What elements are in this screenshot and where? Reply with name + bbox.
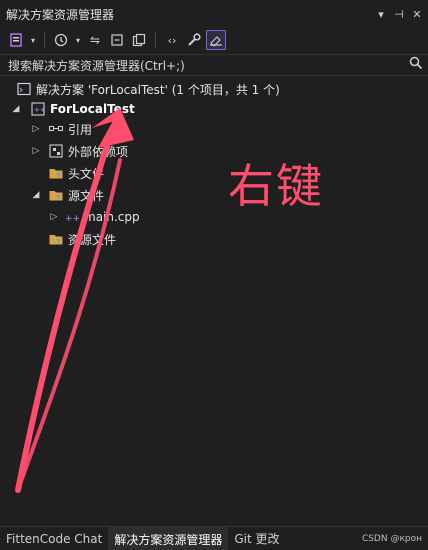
search-input[interactable]: 搜索解决方案资源管理器(Ctrl+;) bbox=[8, 57, 404, 74]
expanded-arrow-icon[interactable]: ◢ bbox=[30, 190, 42, 200]
tab-fittencode-chat[interactable]: FittenCode Chat bbox=[0, 527, 108, 550]
collapsed-arrow-icon[interactable]: ▷ bbox=[30, 146, 42, 156]
svg-text:++: ++ bbox=[34, 106, 46, 114]
cpp-project-icon: ++ bbox=[30, 101, 46, 117]
panel-titlebar: 解决方案资源管理器 ▾ ⊣ ✕ bbox=[0, 0, 428, 28]
dropdown-chevron-icon[interactable]: ▾ bbox=[28, 30, 38, 50]
tree-row-main-cpp[interactable]: ▷ ++ main.cpp bbox=[48, 206, 140, 228]
search-bar[interactable]: 搜索解决方案资源管理器(Ctrl+;) bbox=[0, 54, 428, 76]
filter-folder-icon bbox=[48, 231, 64, 247]
watermark: CSDN @крон bbox=[361, 533, 422, 544]
solution-icon bbox=[16, 81, 32, 97]
references-icon bbox=[48, 121, 64, 137]
pin-icon[interactable]: ⊣ bbox=[392, 8, 406, 21]
tree-row-resource-files[interactable]: 资源文件 bbox=[42, 228, 116, 250]
toolbar-separator bbox=[155, 32, 156, 48]
tree-row-project[interactable]: ◢ ++ ForLocalTest bbox=[10, 98, 135, 120]
solution-label: 解决方案 'ForLocalTest' (1 个项目，共 1 个) bbox=[36, 82, 280, 97]
expanded-arrow-icon[interactable]: ◢ bbox=[10, 104, 22, 114]
vs-project-icon[interactable] bbox=[6, 30, 26, 50]
cpp-file-icon: ++ bbox=[64, 209, 80, 225]
filter-folder-icon bbox=[48, 165, 64, 181]
history-dropdown-icon[interactable]: ▾ bbox=[73, 30, 83, 50]
external-deps-icon bbox=[48, 143, 64, 159]
tree-row-references[interactable]: ▷ 引用 bbox=[30, 118, 92, 140]
preview-selected-icon[interactable] bbox=[206, 30, 226, 50]
tree-row-source-files[interactable]: ◢ 源文件 bbox=[30, 184, 104, 206]
dropdown-icon[interactable]: ▾ bbox=[374, 8, 388, 21]
code-view-icon[interactable]: ‹› bbox=[162, 30, 182, 50]
panel-title: 解决方案资源管理器 bbox=[6, 7, 115, 22]
svg-text:++: ++ bbox=[65, 214, 80, 224]
toolbar: ▾ ▾ ⇋ ‹› bbox=[0, 28, 428, 52]
project-label: ForLocalTest bbox=[50, 102, 135, 116]
tab-git-changes[interactable]: Git 更改 bbox=[228, 527, 285, 550]
main-cpp-label: main.cpp bbox=[84, 210, 140, 224]
resource-files-label: 资源文件 bbox=[68, 232, 117, 247]
header-files-label: 头文件 bbox=[68, 166, 105, 181]
tree-row-header-files[interactable]: 头文件 bbox=[42, 162, 104, 184]
tree-row-solution[interactable]: 解决方案 'ForLocalTest' (1 个项目，共 1 个) bbox=[4, 78, 280, 100]
close-icon[interactable]: ✕ bbox=[410, 8, 424, 21]
search-icon[interactable] bbox=[404, 56, 428, 74]
show-all-files-icon[interactable] bbox=[129, 30, 149, 50]
sync-icon[interactable]: ⇋ bbox=[85, 30, 105, 50]
toolbar-separator bbox=[44, 32, 45, 48]
collapsed-arrow-icon[interactable]: ▷ bbox=[30, 124, 42, 134]
external-deps-label: 外部依赖项 bbox=[68, 144, 129, 159]
bottom-tab-bar: FittenCode Chat 解决方案资源管理器 Git 更改 CSDN @к… bbox=[0, 526, 428, 550]
collapse-all-icon[interactable] bbox=[107, 30, 127, 50]
tab-solution-explorer[interactable]: 解决方案资源管理器 bbox=[108, 526, 229, 550]
filter-folder-icon bbox=[48, 187, 64, 203]
properties-wrench-icon[interactable] bbox=[184, 30, 204, 50]
annotation-label: 右键 bbox=[228, 159, 324, 213]
source-files-label: 源文件 bbox=[68, 188, 105, 203]
references-label: 引用 bbox=[68, 122, 93, 137]
collapsed-arrow-icon[interactable]: ▷ bbox=[48, 212, 60, 222]
tree-row-external-deps[interactable]: ▷ 外部依赖项 bbox=[30, 140, 128, 162]
history-icon[interactable] bbox=[51, 30, 71, 50]
